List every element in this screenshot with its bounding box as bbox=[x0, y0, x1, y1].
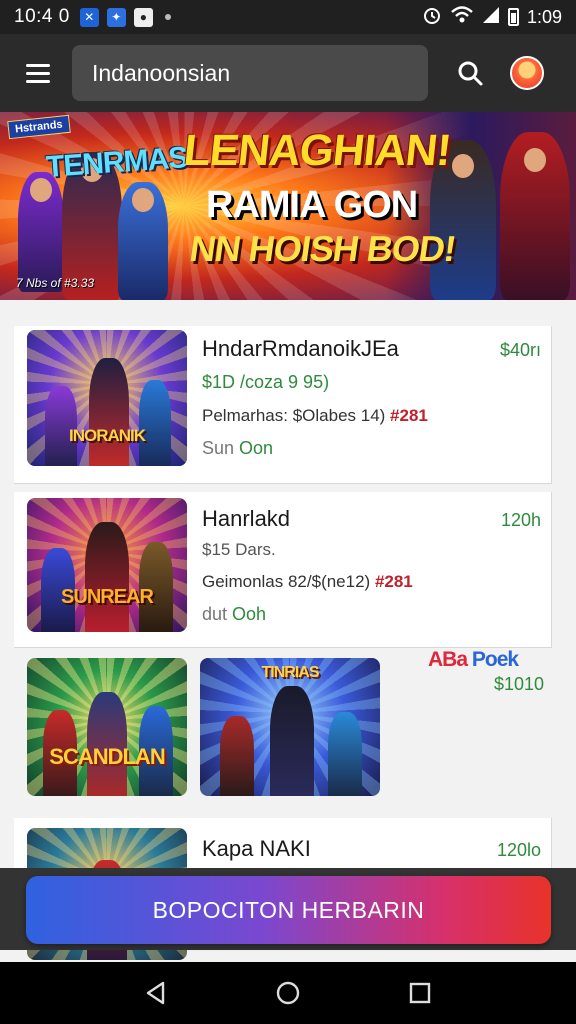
banner-hero bbox=[500, 132, 570, 300]
item-price: 120h bbox=[500, 510, 541, 530]
back-button[interactable] bbox=[134, 971, 178, 1015]
game-thumbnail: INORANIK bbox=[27, 330, 187, 466]
item-title: Hanrlakd bbox=[202, 506, 291, 531]
item-description: Geimonlas 82/$(ne12) #281 bbox=[202, 572, 413, 591]
item-title: HndarRmdanoikJEa bbox=[202, 336, 399, 361]
item-meta: $1D /coza 9 95) bbox=[202, 372, 330, 392]
game-thumbnail[interactable]: SCANDLAN bbox=[27, 658, 187, 796]
notification-icon: ✦ bbox=[106, 7, 126, 27]
list-item[interactable]: INORANIK HndarRmdanoikJEa $40rı $1D /coz… bbox=[14, 326, 552, 484]
notification-icon: ● bbox=[133, 7, 153, 27]
battery-icon bbox=[507, 8, 519, 26]
thumbnail-logo: TINRIAS bbox=[261, 664, 320, 681]
thumbnail-logo: SCANDLAN bbox=[49, 744, 165, 769]
home-button[interactable] bbox=[266, 971, 310, 1015]
wifi-icon bbox=[450, 5, 474, 30]
status-time-left: 10:4 0 bbox=[14, 6, 70, 27]
cta-button[interactable]: BOPOCITON HERBARIN bbox=[26, 876, 551, 944]
dot-icon bbox=[164, 14, 171, 20]
navigation-bar bbox=[0, 962, 576, 1024]
promo-banner[interactable]: Hstrands TENRMAS LENAGHIAN! RAMIA GON NN… bbox=[0, 112, 576, 300]
promo-label: ABa Poek bbox=[428, 648, 519, 671]
item-meta: $15 Dars. bbox=[202, 540, 276, 559]
banner-subtitle: NN HOISH BOD! bbox=[187, 228, 458, 269]
app-bar: Indanoonsian bbox=[0, 34, 576, 112]
game-thumbnail: SUNREAR bbox=[27, 498, 187, 632]
banner-hero bbox=[118, 182, 168, 300]
banner-subtitle: RAMIA GON bbox=[206, 184, 418, 226]
search-icon bbox=[458, 61, 483, 86]
recents-button[interactable] bbox=[398, 971, 442, 1015]
banner-caption: 7 Nbs of #3.33 bbox=[16, 276, 95, 290]
thumbnail-logo: INORANIK bbox=[68, 426, 146, 445]
banner-title: LENAGHIAN! bbox=[181, 126, 453, 175]
item-status: dut Ooh bbox=[202, 604, 267, 624]
list-item[interactable]: SUNREAR Hanrlakd 120h $15 Dars. Geimonla… bbox=[14, 492, 552, 648]
status-time-right: 1:09 bbox=[526, 6, 562, 27]
avatar[interactable] bbox=[510, 56, 544, 90]
item-title: Kapa NAKI bbox=[202, 836, 311, 861]
item-price: $40rı bbox=[499, 340, 541, 360]
status-right: 1:09 bbox=[422, 5, 562, 30]
game-thumbnail[interactable]: TINRIAS bbox=[200, 658, 380, 796]
search-input[interactable]: Indanoonsian bbox=[72, 45, 428, 101]
recents-icon bbox=[409, 982, 431, 1004]
signal-icon bbox=[482, 6, 500, 29]
home-icon bbox=[276, 981, 300, 1005]
item-price: $1010 bbox=[493, 674, 544, 694]
item-price: 120lo bbox=[496, 840, 541, 860]
notification-icon: ✕ bbox=[79, 7, 99, 27]
item-status: Sun Oon bbox=[202, 438, 274, 458]
banner-hero bbox=[18, 172, 64, 292]
alarm-icon bbox=[422, 5, 442, 30]
menu-button[interactable] bbox=[10, 45, 66, 101]
menu-icon bbox=[26, 63, 50, 67]
item-description: Pelmarhas: $Olabes 14) #281 bbox=[202, 406, 428, 425]
thumbnail-logo: SUNREAR bbox=[61, 586, 154, 608]
search-button[interactable] bbox=[442, 45, 498, 101]
status-bar: 10:4 0 ✕ ✦ ● 1:09 bbox=[0, 0, 576, 34]
list-item[interactable]: SCANDLAN TINRIAS ABa Poek $1010 bbox=[14, 648, 552, 802]
back-icon bbox=[146, 981, 165, 1005]
